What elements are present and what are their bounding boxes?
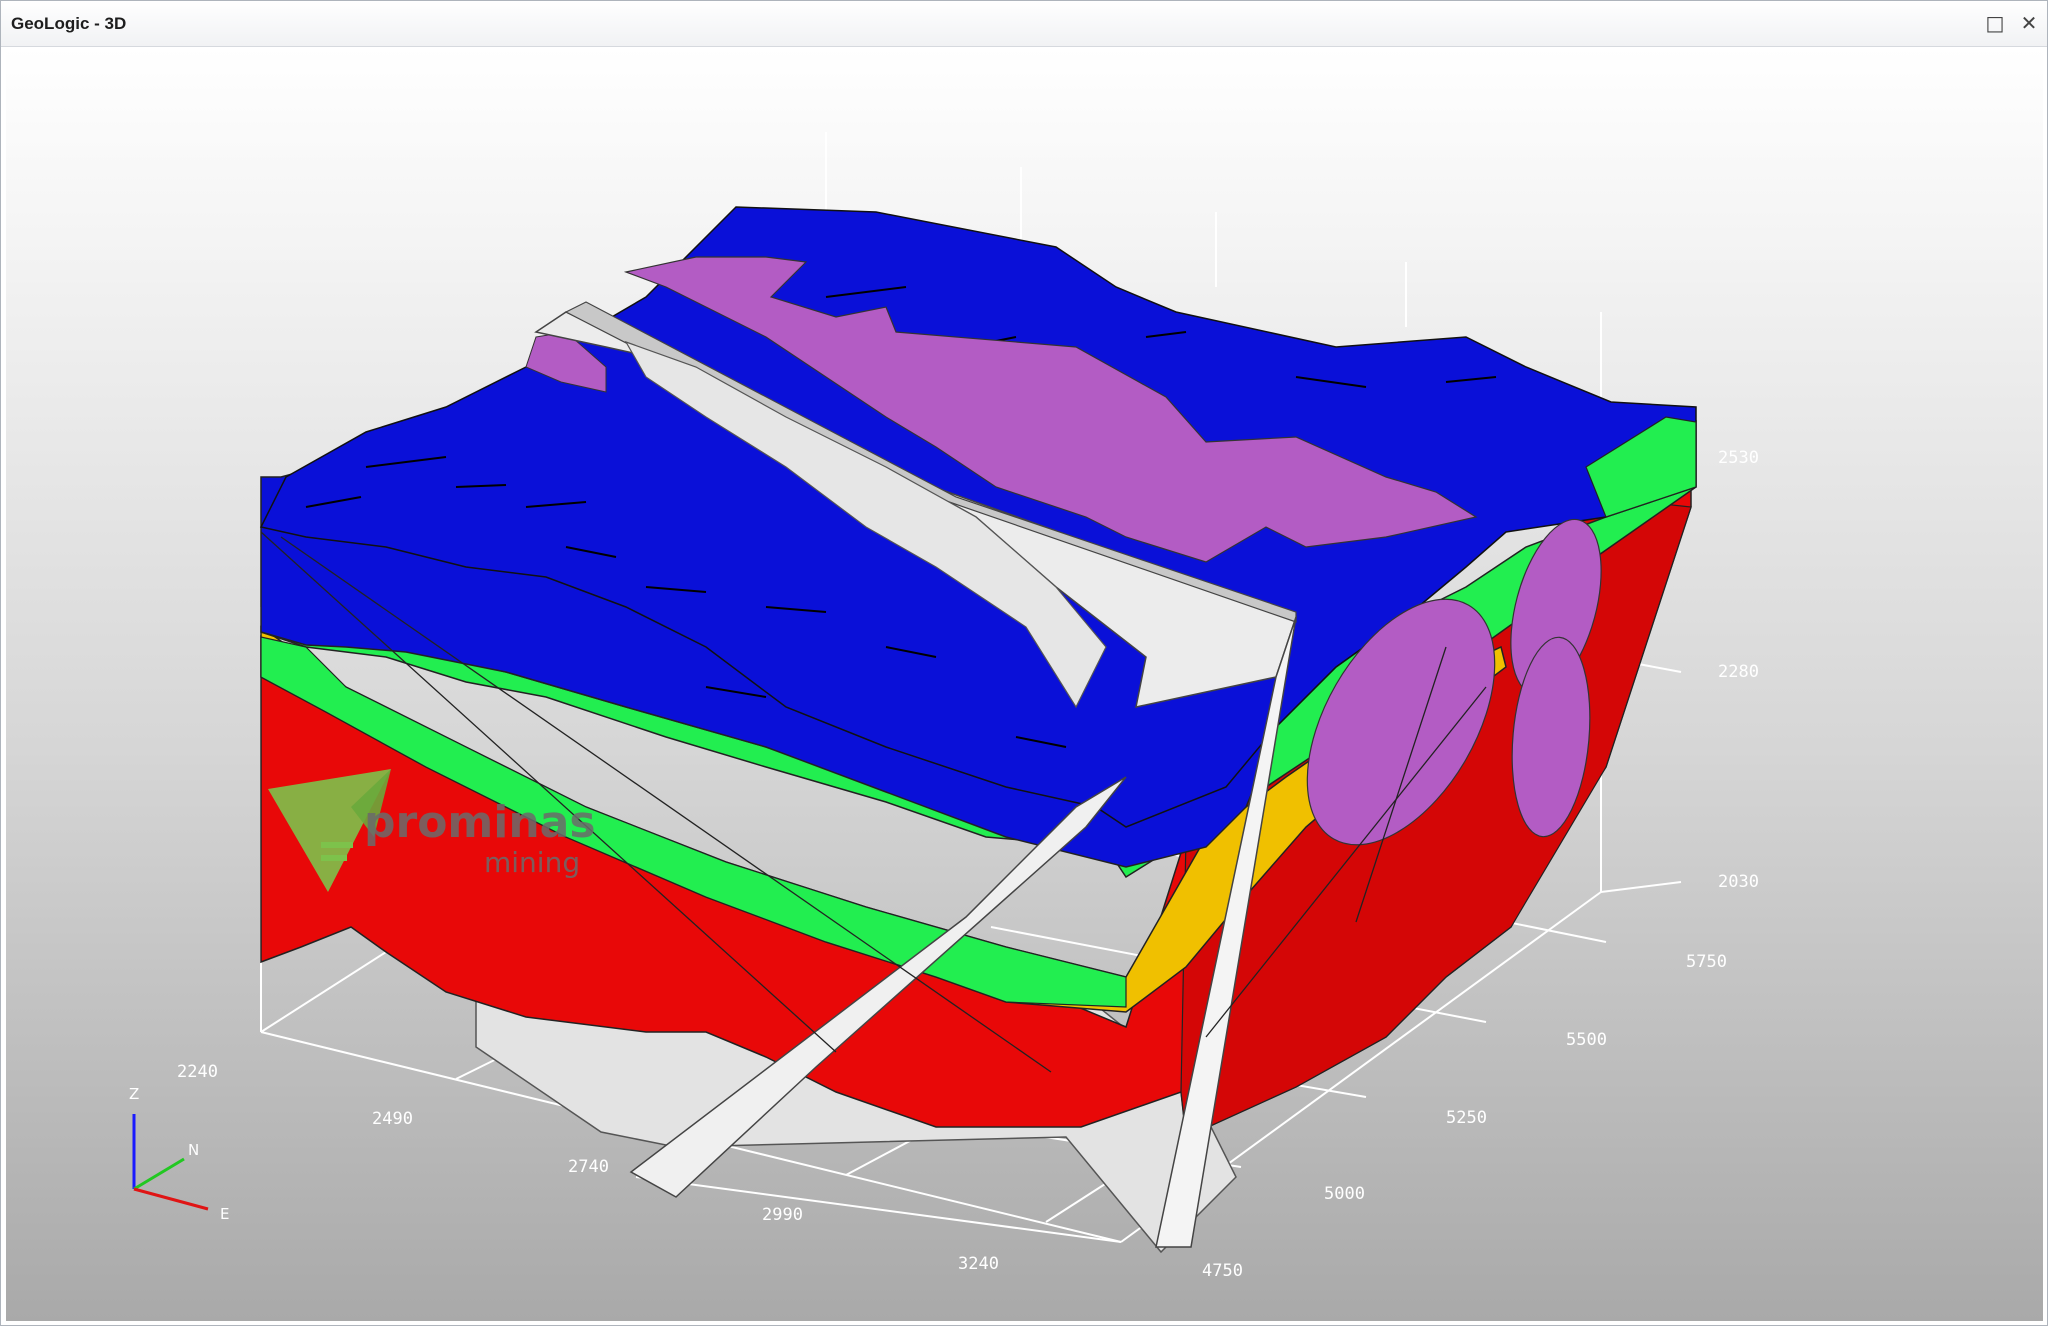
orientation-triad: Z N E <box>129 1085 229 1223</box>
z-tick-label: 2530 <box>1718 448 1759 468</box>
grid-floor-left <box>260 951 387 1033</box>
n-tick-label: 4750 <box>1202 1261 1243 1281</box>
z-tick-label: 2030 <box>1718 872 1759 892</box>
n-tick-label: 5500 <box>1566 1030 1607 1050</box>
triad-e-axis <box>133 1187 209 1211</box>
n-tick-label: 5000 <box>1324 1184 1365 1204</box>
triad-n-label: N <box>188 1141 199 1159</box>
triad-n-axis <box>133 1157 185 1191</box>
n-tick-label: 5750 <box>1686 952 1727 972</box>
triad-e-label: E <box>220 1205 229 1223</box>
e-tick-label: 2240 <box>177 1062 218 1082</box>
close-icon[interactable]: ✕ <box>2017 11 2041 35</box>
logo-name: prominas <box>364 797 596 848</box>
geologic-3d-window: GeoLogic - 3D □ ✕ 2530 2280 2030 5750 55… <box>0 0 2048 1326</box>
maximize-icon[interactable]: □ <box>1983 11 2007 35</box>
e-tick-label: 2490 <box>372 1109 413 1129</box>
grid-line-z-2030 <box>1600 881 1682 893</box>
triad-z-label: Z <box>129 1085 139 1103</box>
3d-viewport[interactable]: 2530 2280 2030 5750 5500 5250 5000 4750 … <box>6 47 2043 1321</box>
grid-line-n-4750 <box>635 1176 1122 1243</box>
window-title: GeoLogic - 3D <box>11 14 127 33</box>
logo-tagline: mining <box>484 846 580 879</box>
e-tick-label: 2990 <box>762 1205 803 1225</box>
e-tick-label: 2740 <box>568 1157 609 1177</box>
z-axis-ticks: 2530 2280 2030 <box>1718 448 1759 892</box>
n-tick-label: 5250 <box>1446 1108 1487 1128</box>
geology-model-scene[interactable]: 2530 2280 2030 5750 5500 5250 5000 4750 … <box>6 47 2043 1321</box>
z-tick-label: 2280 <box>1718 662 1759 682</box>
e-tick-label: 3240 <box>958 1254 999 1274</box>
title-bar[interactable]: GeoLogic - 3D □ ✕ <box>1 1 2047 47</box>
